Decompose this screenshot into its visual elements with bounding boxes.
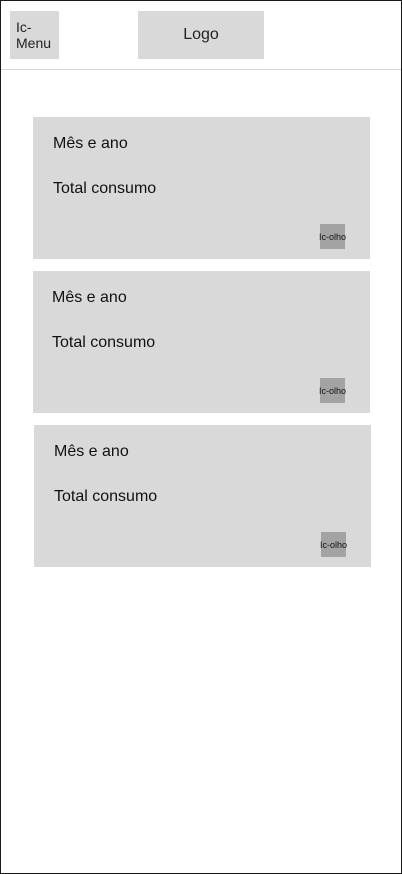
eye-icon-label: Ic-olho [319, 385, 347, 396]
month-year-label: Mês e ano [54, 443, 129, 460]
total-consumption-label: Total consumo [54, 488, 158, 505]
menu-icon[interactable]: Ic-Menu [10, 11, 59, 59]
eye-icon[interactable]: Ic-olho [320, 532, 348, 557]
total-consumption-label: Total consumo [53, 180, 157, 197]
eye-icon-label: Ic-olho [320, 539, 348, 550]
app-header: Ic-Menu Logo [1, 1, 401, 70]
month-year-label: Mês e ano [52, 289, 127, 306]
consumption-card[interactable]: Mês e ano Total consumo Ic-olho [33, 271, 370, 413]
consumption-card[interactable]: Mês e ano Total consumo Ic-olho [33, 117, 370, 259]
eye-icon-label: Ic-olho [319, 231, 347, 242]
app-frame: Ic-Menu Logo Mês e ano Total consumo Ic-… [0, 0, 402, 874]
consumption-card[interactable]: Mês e ano Total consumo Ic-olho [34, 425, 371, 567]
total-consumption-label: Total consumo [52, 334, 156, 351]
month-year-label: Mês e ano [53, 135, 128, 152]
logo: Logo [138, 11, 264, 59]
eye-icon[interactable]: Ic-olho [319, 378, 347, 403]
eye-icon[interactable]: Ic-olho [319, 224, 347, 249]
